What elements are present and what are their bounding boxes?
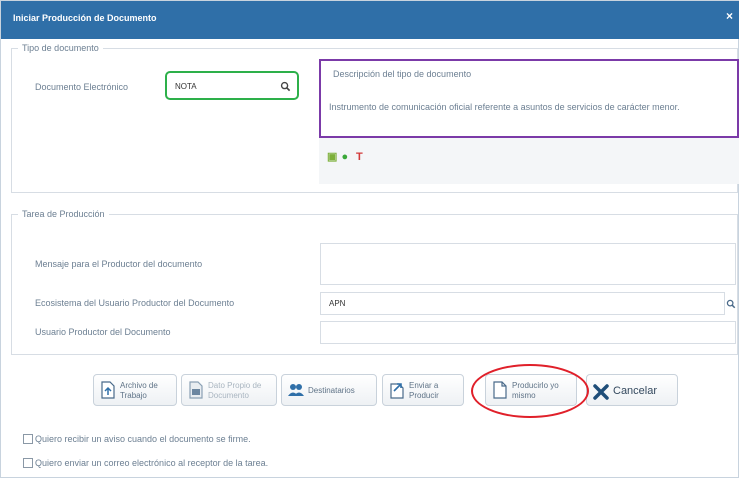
tarea-produccion-legend: Tarea de Producción xyxy=(22,209,105,219)
aviso-firma-checkbox[interactable] xyxy=(23,434,33,444)
refresh-icon[interactable]: ● xyxy=(342,151,352,163)
producirlo-yo-mismo-button[interactable]: Producirlo yo mismo xyxy=(485,374,577,406)
document-mini-icons: ▣ ● T xyxy=(327,151,368,163)
usuario-productor-field[interactable] xyxy=(320,321,736,344)
document-data-icon xyxy=(189,381,203,399)
correo-receptor-label: Quiero enviar un correo electrónico al r… xyxy=(35,458,269,468)
divider xyxy=(15,354,735,355)
descripcion-text: Instrumento de comunicación oficial refe… xyxy=(329,102,680,112)
new-document-icon xyxy=(493,381,507,399)
iniciar-produccion-dialog: Iniciar Producción de Documento × Tipo d… xyxy=(0,0,739,478)
cancelar-button[interactable]: Cancelar xyxy=(586,374,678,406)
search-icon[interactable] xyxy=(280,81,291,92)
tipo-documento-legend: Tipo de documento xyxy=(22,43,99,53)
dato-propio-label: Dato Propio de Documento xyxy=(208,381,262,400)
destinatarios-label: Destinatarios xyxy=(308,386,355,395)
close-icon[interactable]: × xyxy=(726,9,736,29)
aviso-firma-label: Quiero recibir un aviso cuando el docume… xyxy=(35,434,251,444)
descripcion-tipo-documento: Descripción del tipo de documento Instru… xyxy=(319,59,739,138)
ecosistema-label: Ecosistema del Usuario Productor del Doc… xyxy=(35,298,235,308)
ecosistema-search-icon[interactable] xyxy=(726,299,736,309)
producirlo-yo-mismo-label: Producirlo yo mismo xyxy=(512,381,559,400)
archivo-trabajo-button[interactable]: Archivo de Trabajo xyxy=(93,374,177,406)
dialog-titlebar: Iniciar Producción de Documento × xyxy=(1,1,739,39)
destinatarios-button[interactable]: Destinatarios xyxy=(281,374,377,406)
descripcion-legend: Descripción del tipo de documento xyxy=(333,69,472,79)
documento-electronico-label: Documento Electrónico xyxy=(35,82,129,92)
cancel-x-icon xyxy=(593,384,609,400)
documento-electronico-input[interactable]: NOTA xyxy=(165,71,299,100)
upload-file-icon xyxy=(101,381,115,399)
dialog-title: Iniciar Producción de Documento xyxy=(13,13,157,23)
dato-propio-button[interactable]: Dato Propio de Documento xyxy=(181,374,277,406)
ecosistema-value: APN xyxy=(329,299,346,308)
text-red-icon[interactable]: T xyxy=(356,151,366,163)
mensaje-productor-field[interactable] xyxy=(320,243,736,285)
documento-electronico-value: NOTA xyxy=(175,82,197,91)
archivo-trabajo-label: Archivo de Trabajo xyxy=(120,381,158,400)
enviar-producir-label: Enviar a Producir xyxy=(409,381,439,400)
ecosistema-field[interactable]: APN xyxy=(320,292,725,315)
send-document-icon xyxy=(390,383,404,399)
mensaje-productor-label: Mensaje para el Productor del documento xyxy=(35,259,203,269)
descripcion-panel xyxy=(319,138,739,184)
document-green-icon[interactable]: ▣ xyxy=(327,151,337,163)
enviar-producir-button[interactable]: Enviar a Producir xyxy=(382,374,464,406)
correo-receptor-checkbox[interactable] xyxy=(23,458,33,468)
usuario-productor-label: Usuario Productor del Documento xyxy=(35,327,171,337)
users-icon xyxy=(288,384,304,396)
cancelar-label: Cancelar xyxy=(613,385,658,397)
